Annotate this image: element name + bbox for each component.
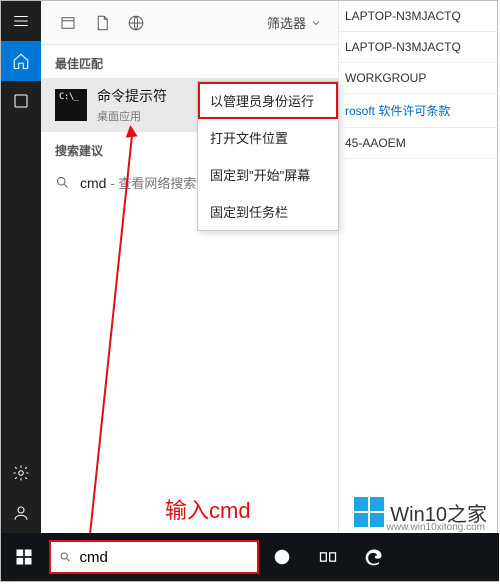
windows-logo-icon	[354, 497, 384, 527]
taskbar-search-input[interactable]	[79, 549, 249, 566]
info-license-link[interactable]: rosoft 软件许可条款	[339, 94, 499, 128]
info-line: WORKGROUP	[339, 63, 499, 94]
taskbar-search-box[interactable]	[49, 540, 259, 574]
start-left-rail	[1, 1, 41, 533]
info-line: 45-AAOEM	[339, 128, 499, 159]
search-header: 筛选器	[41, 1, 338, 45]
header-web-icon[interactable]	[119, 6, 153, 40]
taskbar	[1, 533, 499, 581]
context-pin-to-taskbar[interactable]: 固定到任务栏	[198, 193, 338, 230]
rail-home-button[interactable]	[1, 41, 41, 81]
rail-user-button[interactable]	[1, 493, 41, 533]
context-pin-to-start[interactable]: 固定到"开始"屏幕	[198, 156, 338, 193]
cmd-icon: C:\_	[55, 89, 87, 121]
cortana-button[interactable]	[259, 533, 305, 581]
header-docs-icon[interactable]	[85, 6, 119, 40]
suggestion-term: cmd	[80, 175, 106, 191]
search-icon	[55, 175, 70, 190]
rail-apps-button[interactable]	[1, 81, 41, 121]
best-match-title: 命令提示符	[97, 86, 167, 106]
context-open-file-location[interactable]: 打开文件位置	[198, 119, 338, 156]
rail-menu-button[interactable]	[1, 1, 41, 41]
chevron-down-icon	[310, 17, 322, 29]
search-icon	[59, 550, 71, 564]
filter-dropdown[interactable]: 筛选器	[261, 9, 328, 36]
info-line: LAPTOP-N3MJACTQ	[339, 1, 499, 32]
system-info-panel: LAPTOP-N3MJACTQ LAPTOP-N3MJACTQ WORKGROU…	[339, 1, 499, 159]
info-line: LAPTOP-N3MJACTQ	[339, 32, 499, 63]
watermark-url: www.win10xitong.com	[387, 522, 485, 533]
context-menu: 以管理员身份运行 打开文件位置 固定到"开始"屏幕 固定到任务栏	[197, 81, 339, 231]
header-recent-icon[interactable]	[51, 6, 85, 40]
start-button[interactable]	[1, 533, 47, 581]
edge-button[interactable]	[351, 533, 397, 581]
filter-label: 筛选器	[267, 13, 306, 32]
best-match-subtitle: 桌面应用	[97, 108, 167, 124]
section-best-match-label: 最佳匹配	[41, 45, 338, 78]
context-run-as-admin[interactable]: 以管理员身份运行	[198, 82, 338, 119]
rail-settings-button[interactable]	[1, 453, 41, 493]
task-view-button[interactable]	[305, 533, 351, 581]
